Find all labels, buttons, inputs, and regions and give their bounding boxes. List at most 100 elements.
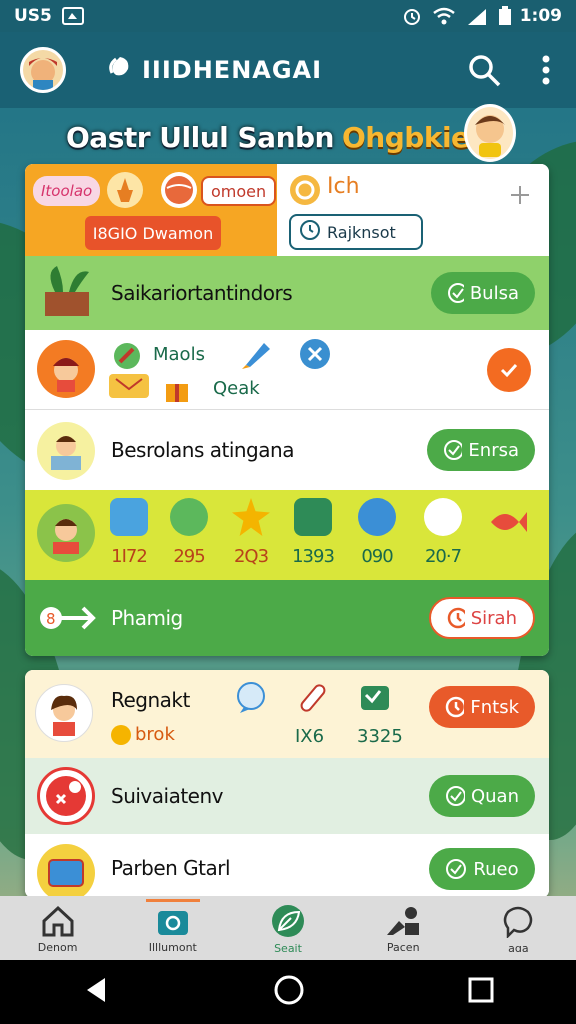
check-icon[interactable] (487, 348, 531, 392)
star-icon (232, 498, 270, 536)
list-row-besrolans[interactable]: Besrolans atingana Enrsa (25, 410, 549, 490)
search-report-button[interactable]: Rajknsot (289, 214, 423, 250)
banner-title: Oastr Ullul Sanbn (66, 120, 335, 154)
fish-icon (487, 504, 527, 540)
row-label: Besrolans atingana (111, 438, 294, 462)
list-row-mods[interactable]: Maols Qeak (25, 330, 549, 410)
nav-item-bubble[interactable]: aga (461, 896, 576, 960)
row-label: Maols (153, 344, 205, 365)
nav-label: aga (508, 942, 529, 952)
header-orange-panel: Itoolao omoen I8GIO Dwamon (25, 164, 277, 256)
stat-item: 1I72 (99, 498, 159, 567)
svg-text:8: 8 (46, 610, 56, 628)
home-circle-icon[interactable] (273, 974, 305, 1010)
stat-item: 090 (347, 498, 407, 567)
row-action-label: Sirah (470, 607, 517, 629)
row-label: Regnakt (111, 688, 190, 712)
check-circle-icon (444, 440, 463, 460)
alert-icon (37, 767, 95, 825)
avatar[interactable] (20, 47, 66, 93)
back-icon[interactable] (81, 975, 111, 1009)
avatar (35, 684, 93, 742)
avatar (37, 340, 95, 398)
more-options-icon[interactable] (536, 48, 556, 92)
envelope-icon (109, 374, 149, 398)
row-action-button[interactable]: Rueo (429, 848, 535, 890)
arrow-right-icon: 8 (39, 604, 97, 636)
nav-item-tools[interactable]: Pacen (346, 896, 461, 960)
row-action-button[interactable]: Quan (429, 775, 535, 817)
chip-status[interactable]: omoen (201, 176, 277, 206)
nav-label: Seait (274, 942, 302, 952)
bottom-nav: Denom Illlumont Seait Pacen aga (0, 896, 576, 960)
row-sublabel: Qeak (213, 378, 260, 399)
chip-tag[interactable]: Itoolao (33, 176, 101, 206)
dice-icon (170, 498, 208, 536)
row-label: Suivaiatenv (111, 784, 224, 808)
nav-item-leaf[interactable]: Seait (230, 896, 345, 960)
sun-icon (358, 498, 396, 536)
row-sub: brok (111, 724, 175, 745)
ball-icon (161, 172, 197, 208)
stat-value: 20·7 (424, 546, 462, 567)
badge-icon (287, 172, 323, 208)
recents-icon[interactable] (467, 976, 495, 1008)
chat-icon (233, 680, 269, 716)
app-bar: IIIDHENAGAI (0, 32, 576, 108)
row-label: Saikariortantindors (111, 281, 293, 305)
status-carrier: US5 (14, 6, 52, 26)
bubble-icon (504, 906, 533, 938)
list-row-plants[interactable]: Saikariortantindors Bulsa (25, 256, 549, 330)
search-report-label: Rajknsot (327, 222, 396, 242)
stat-item: 295 (159, 498, 219, 567)
row-action-button[interactable]: Enrsa (427, 429, 535, 471)
wifi-icon (432, 7, 456, 25)
nav-item-home[interactable]: Denom (0, 896, 115, 960)
camera-icon (157, 911, 188, 935)
list-row-phamig[interactable]: 8 Phamig Sirah (25, 580, 549, 656)
list-row-suivaiatenv[interactable]: Suivaiatenv Quan (25, 758, 549, 834)
check-circle-icon (446, 786, 465, 806)
tv-icon (37, 844, 95, 898)
trophy-icon (107, 172, 143, 208)
close-circle-icon[interactable] (297, 336, 333, 372)
search-icon[interactable] (462, 48, 506, 92)
stat-value: 090 (361, 546, 393, 567)
nav-item-camera[interactable]: Illlumont (115, 896, 230, 960)
stat-item: 1393 (283, 498, 343, 567)
list-row-parben[interactable]: Parben Gtarl Rueo (25, 834, 549, 898)
card-header: Itoolao omoen I8GIO Dwamon Ich Rajknsot (25, 164, 549, 256)
row-action-button[interactable]: Fntsk (429, 686, 535, 728)
nav-label: Illlumont (148, 941, 197, 951)
orange-action-button[interactable]: I8GIO Dwamon (85, 216, 221, 250)
stat-value: 1393 (292, 546, 335, 567)
stats-row: 1I72 295 2Q3 1393 090 20·7 (25, 490, 549, 580)
home-icon (42, 905, 74, 937)
check-circle-icon (446, 859, 467, 879)
timer-icon (447, 607, 465, 629)
coin-icon (111, 724, 131, 745)
tools-icon (387, 907, 420, 935)
mascot-icon (464, 104, 516, 162)
wrench-icon (109, 338, 145, 374)
row-action-button[interactable]: Sirah (429, 597, 535, 639)
gift-icon (159, 370, 195, 406)
banner: Oastr Ullul Sanbn Ohgbkie! (0, 104, 576, 162)
avatar (37, 422, 95, 480)
box-icon (294, 498, 332, 536)
row-action-label: Bulsa (469, 282, 519, 304)
plant-box-icon (35, 262, 99, 322)
row-label: Phamig (111, 606, 183, 630)
list-row-regnakt[interactable]: Regnakt brok IX6 3325 Fntsk (25, 670, 549, 758)
app-title: IIIDHENAGAI (142, 56, 323, 84)
bird-icon (424, 498, 462, 536)
row-action-label: Rueo (473, 858, 519, 880)
medicine-icon (295, 680, 331, 716)
row-action-button[interactable]: Bulsa (431, 272, 535, 314)
app-logo-icon (106, 53, 134, 87)
check-circle-icon (448, 283, 464, 303)
banner-accent: Ohgbkie! (342, 120, 482, 154)
row-action-label: Quan (470, 785, 519, 807)
stat-value: 295 (173, 546, 205, 567)
timer-icon (445, 696, 465, 718)
